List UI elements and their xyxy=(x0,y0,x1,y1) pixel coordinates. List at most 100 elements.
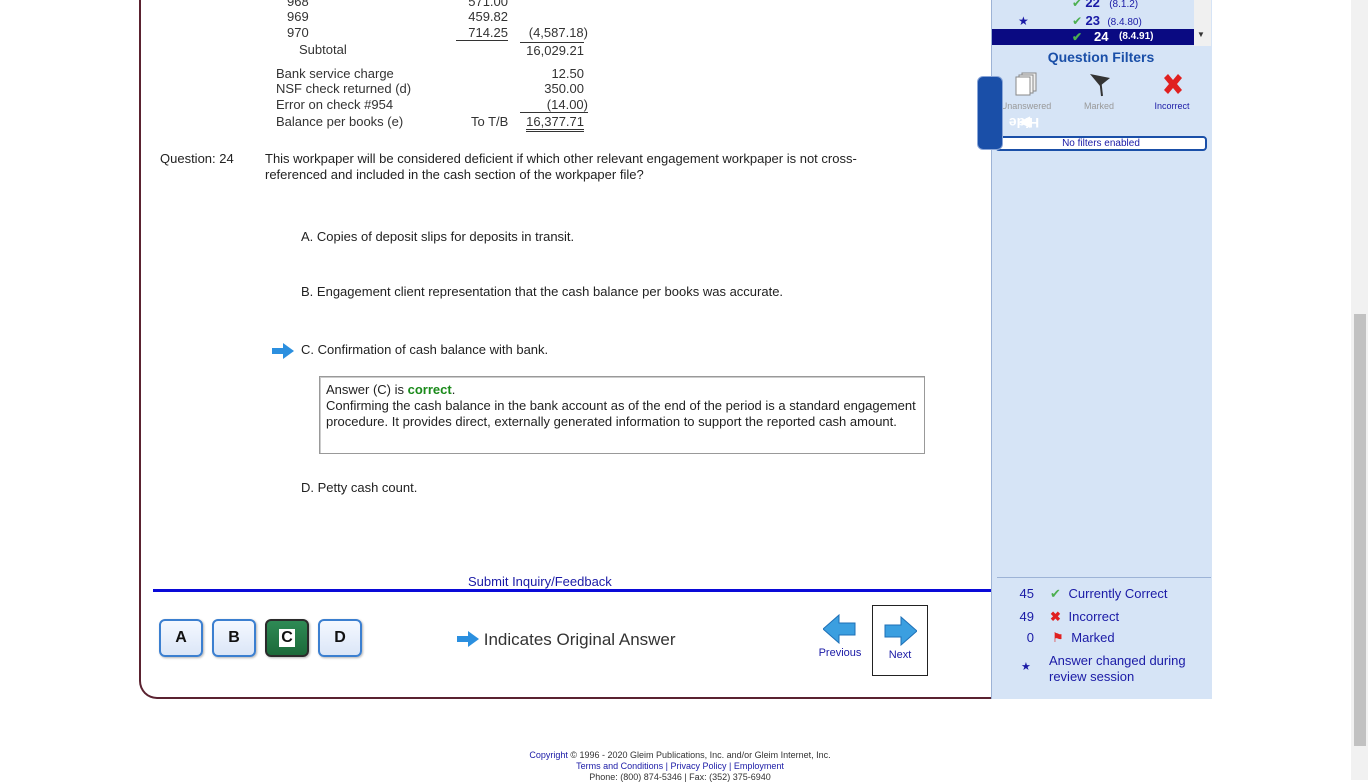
question-list-item[interactable]: ★ ✔ 23 (8.4.80) xyxy=(1018,13,1142,28)
incorrect-stat: ✖ Incorrect xyxy=(1050,609,1119,625)
choice-text: Engagement client representation that th… xyxy=(316,284,784,299)
unanswered-filter-icon[interactable] xyxy=(1014,72,1040,101)
choice-letter: D. xyxy=(301,480,314,495)
incorrect-count: 49 xyxy=(1019,609,1034,624)
incorrect-stat-label: Incorrect xyxy=(1068,609,1120,624)
choice-a[interactable]: A. Copies of deposit slips for deposits … xyxy=(301,229,574,244)
original-answer-arrow-icon xyxy=(272,343,294,359)
next-button[interactable]: Next xyxy=(872,605,928,676)
incorrect-filter-label[interactable]: Incorrect xyxy=(1137,101,1207,111)
choice-letter: A. xyxy=(301,229,314,244)
choice-b[interactable]: B. Engagement client representation that… xyxy=(301,284,783,299)
marked-stat-label: Marked xyxy=(1071,630,1115,645)
legend-text: Indicates Original Answer xyxy=(483,630,676,649)
previous-label: Previous xyxy=(818,647,862,659)
copyright-link[interactable]: Copyright xyxy=(529,750,568,760)
right-arrow-icon xyxy=(884,615,918,647)
balance-label: Balance per books (e) xyxy=(276,114,404,129)
contact-line: Phone: (800) 874-5346 | Fax: (352) 375-6… xyxy=(589,772,771,782)
check-number: 968 xyxy=(287,0,309,9)
question-list-ref: (8.4.80) xyxy=(1107,17,1142,28)
adjustment-value: (14.00) xyxy=(520,97,588,113)
question-list-item[interactable]: ✔ 22 (8.1.2) xyxy=(1072,0,1138,10)
flag-filter-icon[interactable] xyxy=(1088,72,1114,103)
check-amount: 571.00 xyxy=(468,0,508,9)
footer: Copyright © 1996 - 2020 Gleim Publicatio… xyxy=(440,750,920,783)
scroll-down-icon[interactable]: ▼ xyxy=(1197,30,1205,39)
scrollbar-thumb[interactable] xyxy=(1354,314,1366,746)
adjustment-label: Error on check #954 xyxy=(276,97,394,112)
red-x-filter-icon[interactable] xyxy=(1160,72,1186,103)
balance-value: 16,377.71 xyxy=(526,114,584,132)
choice-letter: B. xyxy=(301,284,314,299)
correct-stat-label: Currently Correct xyxy=(1068,586,1168,601)
marked-filter-label[interactable]: Marked xyxy=(1064,101,1134,111)
answer-button-a[interactable]: A xyxy=(159,619,203,657)
original-answer-arrow-icon xyxy=(457,631,479,647)
copyright-text: © 1996 - 2020 Gleim Publications, Inc. a… xyxy=(567,750,831,760)
answer-status: correct xyxy=(407,382,452,397)
employment-link[interactable]: Employment xyxy=(734,761,784,771)
adjustment-label: NSF check returned (d) xyxy=(276,81,412,96)
choice-text: Confirmation of cash balance with bank. xyxy=(317,342,549,357)
red-x-icon: ✖ xyxy=(1050,609,1061,624)
choice-text: Petty cash count. xyxy=(317,480,418,495)
left-arrow-icon xyxy=(822,613,856,645)
correct-stat: ✔ Currently Correct xyxy=(1050,586,1168,602)
original-answer-legend: Indicates Original Answer xyxy=(457,630,676,650)
privacy-link[interactable]: Privacy Policy xyxy=(671,761,727,771)
question-filters-title: Question Filters xyxy=(1047,49,1155,65)
answer-explanation: Answer (C) is correct. Confirming the ca… xyxy=(319,376,925,454)
answer-button-c[interactable]: C xyxy=(265,619,309,657)
check-amount: 459.82 xyxy=(468,9,508,24)
answer-button-b[interactable]: B xyxy=(212,619,256,657)
check-number: 970 xyxy=(287,25,309,40)
submit-feedback-link[interactable]: Submit Inquiry/Feedback xyxy=(468,574,612,589)
check-icon: ✔ xyxy=(1072,30,1083,44)
answer-prefix: Answer (C) is xyxy=(326,382,408,397)
stats-divider xyxy=(997,577,1211,578)
question-text: This workpaper will be considered defici… xyxy=(265,151,857,182)
question-list-scrollbar[interactable]: ▼ xyxy=(1194,0,1211,46)
outstanding-total: (4,587.18) xyxy=(528,25,588,40)
question-list-ref: (8.4.91) xyxy=(1119,31,1154,42)
terms-link[interactable]: Terms and Conditions xyxy=(576,761,663,771)
choice-c[interactable]: C. Confirmation of cash balance with ban… xyxy=(301,342,548,357)
choice-text: Copies of deposit slips for deposits in … xyxy=(316,229,575,244)
question-list-number: 22 xyxy=(1085,0,1100,10)
hide-label: Hide xyxy=(1008,115,1040,131)
correct-count: 45 xyxy=(1019,586,1034,601)
marked-stat: ⚑ Marked xyxy=(1052,630,1115,646)
answer-suffix: . xyxy=(451,382,456,397)
check-icon: ✔ xyxy=(1072,14,1083,28)
question-list-number: 24 xyxy=(1094,29,1109,44)
answer-changed-star-icon: ★ xyxy=(1018,14,1029,28)
answer-button-label: D xyxy=(334,629,346,646)
adjustment-label: Bank service charge xyxy=(276,66,394,81)
legal-links: Terms and Conditions | Privacy Policy | … xyxy=(576,761,784,771)
previous-button[interactable]: Previous xyxy=(815,613,865,659)
answer-button-label: A xyxy=(175,629,187,646)
tb-reference: To T/B xyxy=(471,114,509,129)
subtotal-value: 16,029.21 xyxy=(520,42,584,58)
answer-button-label: B xyxy=(228,629,240,646)
check-number: 969 xyxy=(287,9,309,24)
question-list-item-selected[interactable]: ✔ 24 (8.4.91) xyxy=(992,29,1194,45)
check-amount: 714.25 xyxy=(456,25,508,41)
check-icon: ✔ xyxy=(1050,586,1061,601)
subtotal-label: Subtotal xyxy=(299,42,347,57)
answer-button-d[interactable]: D xyxy=(318,619,362,657)
answer-verdict: Answer (C) is correct. xyxy=(326,382,918,398)
choice-d[interactable]: D. Petty cash count. xyxy=(301,480,417,495)
adjustment-value: 350.00 xyxy=(544,81,584,96)
divider xyxy=(153,589,991,592)
explanation-text: Confirming the cash balance in the bank … xyxy=(326,398,916,429)
choice-letter: C. xyxy=(301,342,314,357)
adjustment-value: 12.50 xyxy=(551,66,584,81)
red-flag-icon: ⚑ xyxy=(1052,630,1064,645)
hide-sidebar-tab[interactable]: ▶ Hide xyxy=(977,76,1039,150)
marked-count: 0 xyxy=(1026,630,1034,645)
check-icon: ✔ xyxy=(1072,0,1083,10)
copyright-line: Copyright © 1996 - 2020 Gleim Publicatio… xyxy=(440,750,920,761)
next-label: Next xyxy=(888,649,912,661)
